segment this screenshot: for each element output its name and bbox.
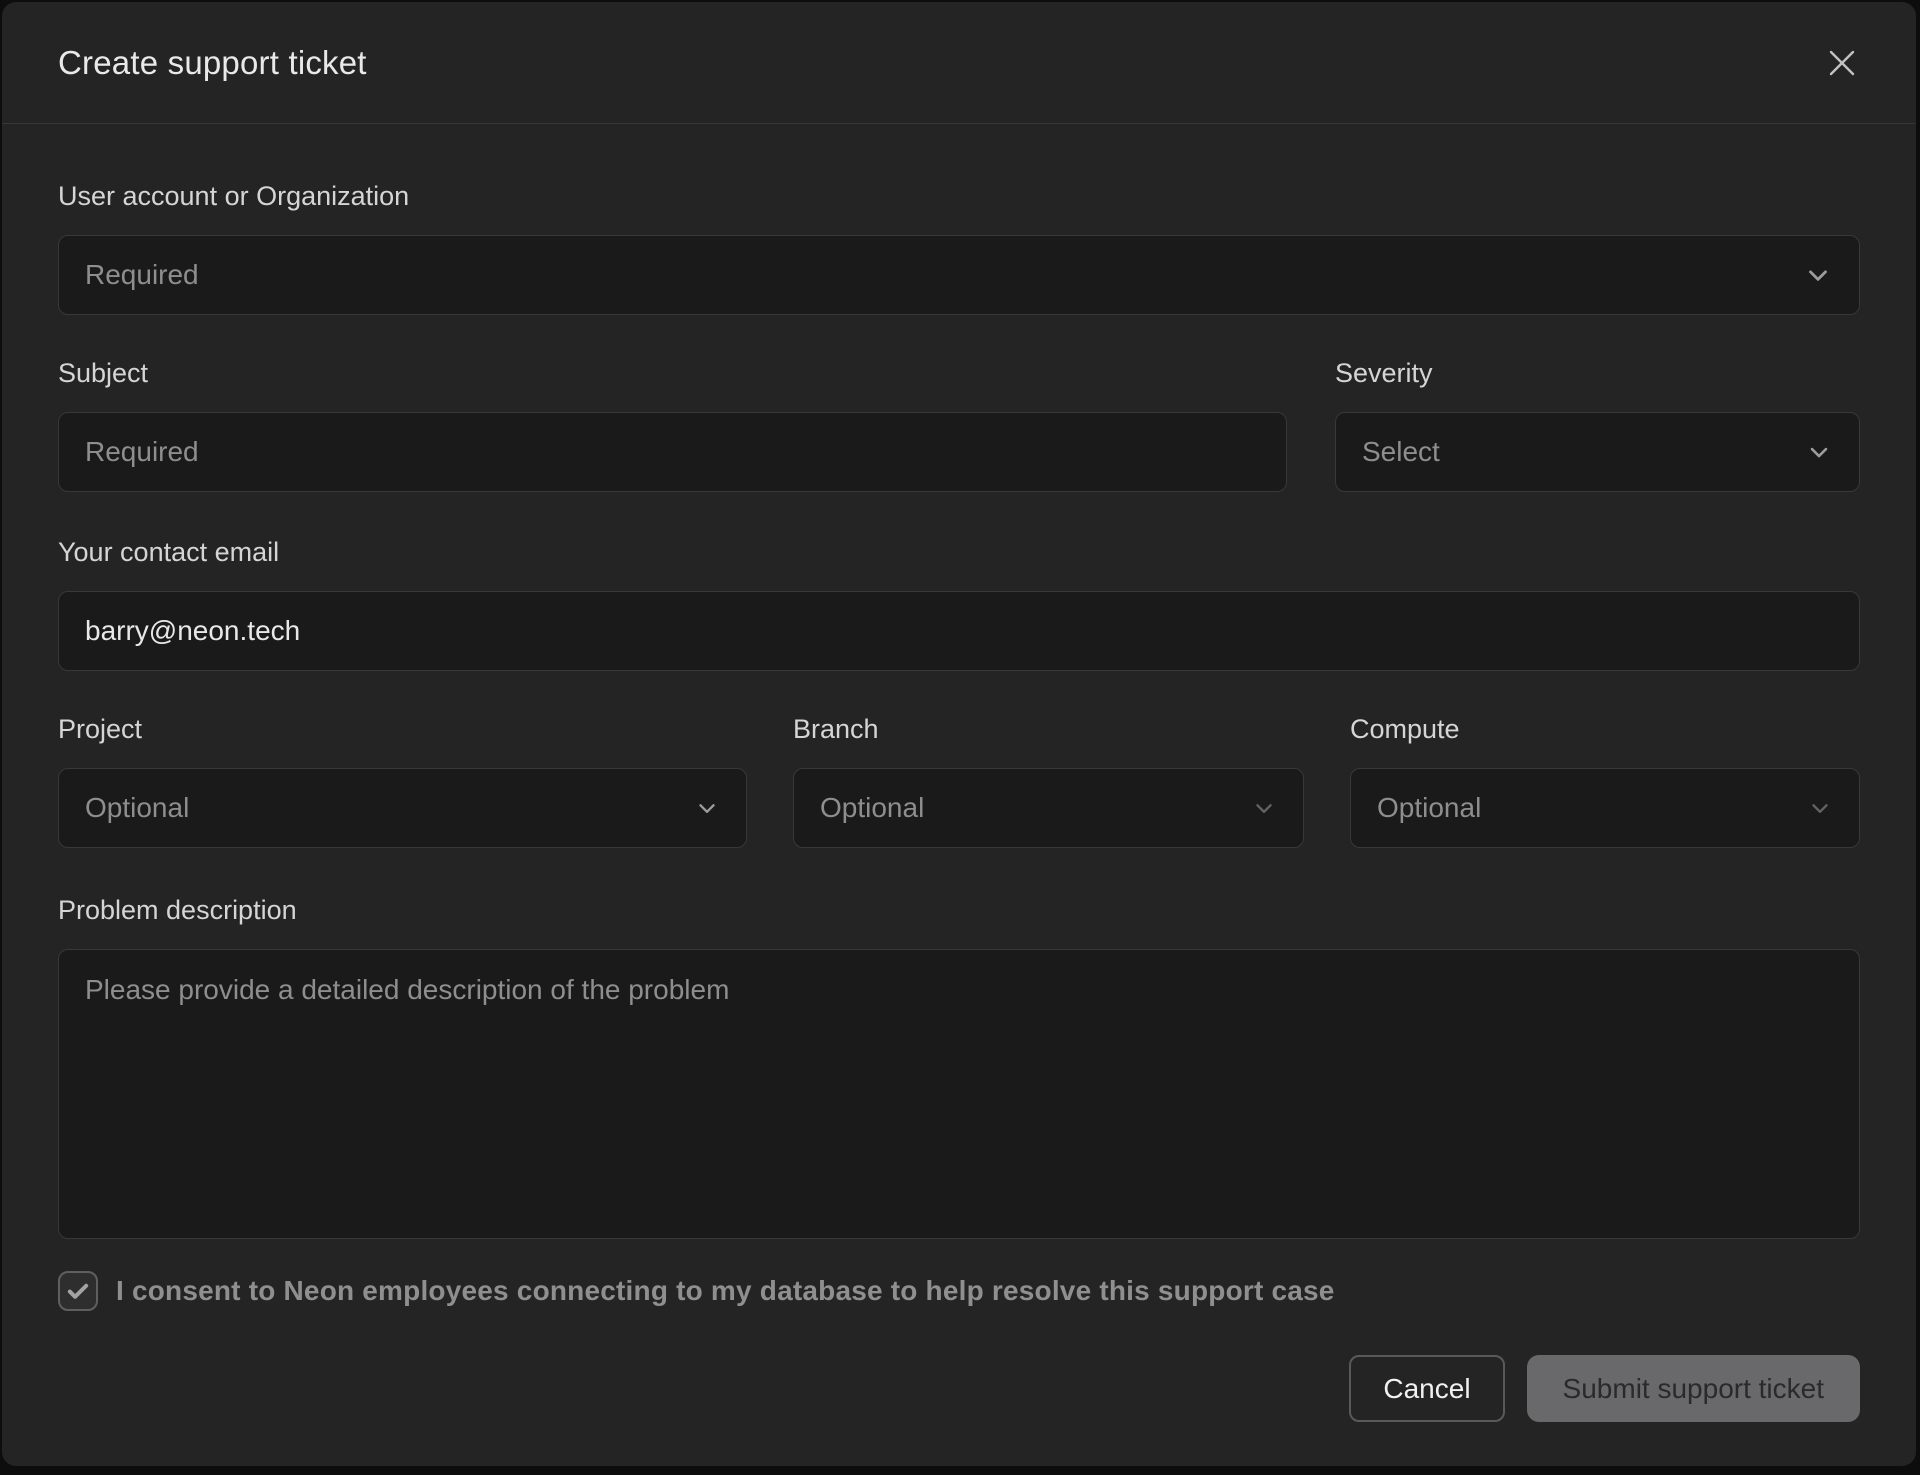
consent-row: I consent to Neon employees connecting t… bbox=[58, 1271, 1860, 1311]
project-branch-compute-row: Project Optional Branch Optional bbox=[58, 713, 1860, 848]
dialog-footer: Cancel Submit support ticket bbox=[58, 1355, 1860, 1466]
chevron-down-icon bbox=[1251, 795, 1277, 821]
dialog-header: Create support ticket bbox=[2, 2, 1916, 124]
account-select-placeholder: Required bbox=[85, 259, 199, 291]
email-label: Your contact email bbox=[58, 536, 1860, 568]
account-field-group: User account or Organization Required bbox=[58, 180, 1860, 315]
chevron-down-icon bbox=[1805, 438, 1833, 466]
email-input[interactable] bbox=[58, 591, 1860, 671]
email-field-group: Your contact email bbox=[58, 536, 1860, 671]
severity-select-placeholder: Select bbox=[1362, 436, 1440, 468]
severity-field-group: Severity Select bbox=[1335, 357, 1860, 492]
description-textarea[interactable] bbox=[58, 949, 1860, 1239]
severity-select[interactable]: Select bbox=[1335, 412, 1860, 492]
consent-checkbox[interactable] bbox=[58, 1271, 98, 1311]
checkmark-icon bbox=[64, 1277, 92, 1305]
create-support-ticket-dialog: Create support ticket User account or Or… bbox=[2, 2, 1916, 1466]
project-field-group: Project Optional bbox=[58, 713, 747, 848]
branch-select[interactable]: Optional bbox=[793, 768, 1304, 848]
project-label: Project bbox=[58, 713, 747, 745]
subject-input[interactable] bbox=[58, 412, 1287, 492]
compute-select[interactable]: Optional bbox=[1350, 768, 1860, 848]
account-select[interactable]: Required bbox=[58, 235, 1860, 315]
chevron-down-icon bbox=[694, 795, 720, 821]
close-button[interactable] bbox=[1820, 41, 1864, 85]
account-label: User account or Organization bbox=[58, 180, 1860, 212]
subject-field-group: Subject bbox=[58, 357, 1287, 492]
project-select[interactable]: Optional bbox=[58, 768, 747, 848]
branch-label: Branch bbox=[793, 713, 1304, 745]
branch-select-placeholder: Optional bbox=[820, 792, 924, 824]
submit-support-ticket-button[interactable]: Submit support ticket bbox=[1527, 1355, 1860, 1422]
cancel-button[interactable]: Cancel bbox=[1349, 1355, 1504, 1422]
chevron-down-icon bbox=[1803, 260, 1833, 290]
project-select-placeholder: Optional bbox=[85, 792, 189, 824]
close-icon bbox=[1823, 44, 1861, 82]
branch-field-group: Branch Optional bbox=[793, 713, 1304, 848]
subject-label: Subject bbox=[58, 357, 1287, 389]
description-label: Problem description bbox=[58, 894, 1860, 926]
dialog-title: Create support ticket bbox=[58, 44, 367, 82]
consent-label: I consent to Neon employees connecting t… bbox=[116, 1275, 1335, 1307]
compute-field-group: Compute Optional bbox=[1350, 713, 1860, 848]
chevron-down-icon bbox=[1807, 795, 1833, 821]
severity-label: Severity bbox=[1335, 357, 1860, 389]
description-field-group: Problem description bbox=[58, 894, 1860, 1239]
dialog-body: User account or Organization Required Su… bbox=[2, 124, 1916, 1466]
compute-label: Compute bbox=[1350, 713, 1860, 745]
compute-select-placeholder: Optional bbox=[1377, 792, 1481, 824]
subject-severity-row: Subject Severity Select bbox=[58, 357, 1860, 492]
